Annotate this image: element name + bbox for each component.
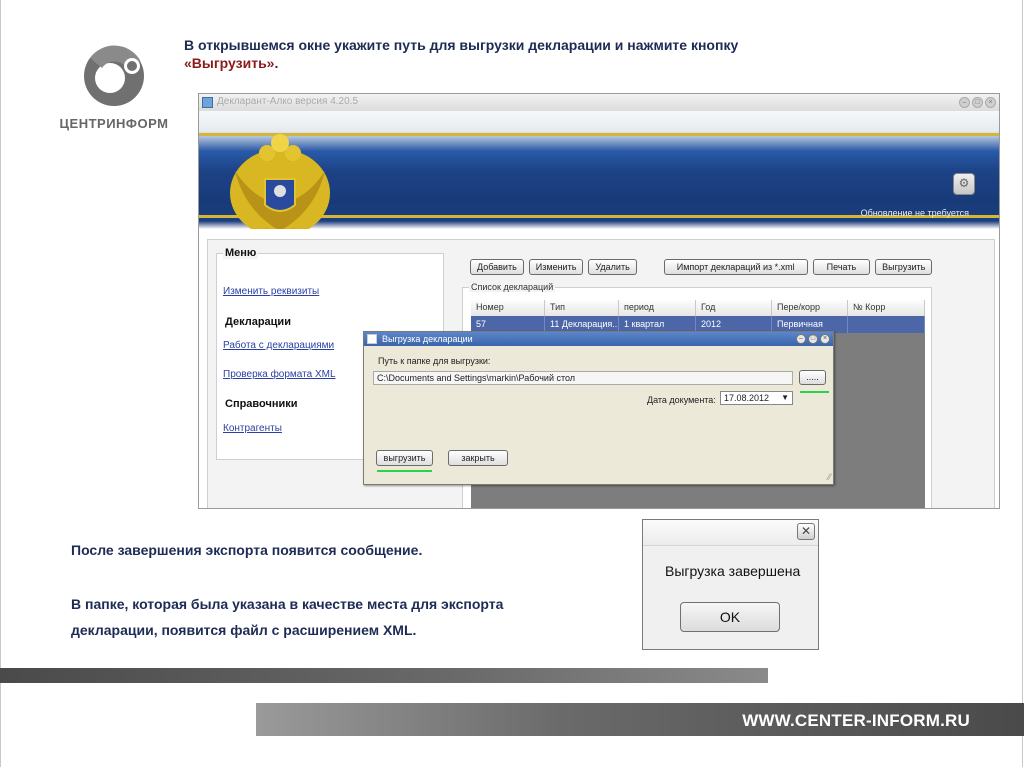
column-header[interactable]: Тип [545, 300, 619, 316]
instruction-line1: В открывшемся окне укажите путь для выгр… [184, 37, 739, 53]
path-label: Путь к папке для выгрузки: [378, 356, 491, 366]
path-field[interactable]: C:\Documents and Settings\markin\Рабочий… [373, 371, 793, 385]
minimize-icon[interactable]: – [796, 334, 806, 344]
menu-link-change-details[interactable]: Изменить реквизиты [223, 286, 319, 297]
browse-button[interactable]: ..... [799, 370, 826, 385]
footer-bar-bottom: WWW.CENTER-INFORM.RU [256, 703, 1024, 736]
app-titlebar: Декларант-Алко версия 4.20.5 – □ × [199, 94, 999, 112]
file-text-line1: В папке, которая была указана в качестве… [71, 596, 504, 612]
footer-url[interactable]: WWW.CENTER-INFORM.RU [742, 711, 970, 731]
import-xml-button[interactable]: Импорт деклараций из *.xml [663, 259, 808, 275]
list-toolbar: Добавить Изменить Удалить Импорт деклара… [470, 259, 933, 275]
dialog-window-controls: – □ × [796, 334, 830, 344]
column-header[interactable]: Пере/корр [772, 300, 848, 316]
instruction-text: В открывшемся окне укажите путь для выгр… [184, 36, 944, 72]
file-text-line2: декларации, появится файл с расширением … [71, 622, 417, 638]
chevron-down-icon[interactable]: ▼ [781, 392, 789, 404]
edit-button[interactable]: Изменить [528, 259, 584, 275]
dialog-window-icon [367, 334, 377, 344]
column-header[interactable]: период [619, 300, 696, 316]
after-export-text: После завершения экспорта появится сообщ… [71, 542, 423, 558]
add-button[interactable]: Добавить [470, 259, 524, 275]
settings-gear-icon[interactable]: ⚙ [953, 173, 975, 195]
update-status: Обновление не требуется [860, 208, 969, 218]
menu-heading-references: Справочники [225, 398, 298, 410]
export-toolbar-button[interactable]: Выгрузить [875, 259, 933, 275]
close-dialog-button[interactable]: закрыть [448, 450, 508, 466]
menu-link-check-xml[interactable]: Проверка формата XML [223, 369, 336, 380]
footer-bar-top [0, 668, 768, 683]
menu-heading-declarations: Декларации [225, 316, 291, 328]
logo-text: ЦЕНТРИНФОРМ [59, 116, 169, 131]
declarations-legend: Список деклараций [469, 282, 556, 292]
delete-button[interactable]: Удалить [588, 259, 637, 275]
menu-legend: Меню [223, 247, 259, 259]
close-icon[interactable]: ✕ [797, 523, 815, 540]
export-button-highlight [377, 470, 432, 472]
grid-header: Номер Тип период Год Пере/корр № Корр [471, 300, 925, 317]
instruction-tail: . [274, 55, 279, 71]
export-dialog: Выгрузка декларации – □ × Путь к папке д… [363, 331, 834, 485]
table-cell [848, 316, 925, 333]
browse-highlight [800, 391, 829, 393]
date-picker[interactable]: 17.08.2012 ▼ [720, 391, 793, 405]
message-text: Выгрузка завершена [665, 563, 801, 579]
app-window-icon [202, 97, 213, 108]
date-value: 17.08.2012 [724, 393, 770, 403]
close-icon[interactable]: × [985, 97, 996, 108]
print-button[interactable]: Печать [812, 259, 871, 275]
centrinform-logo-icon [84, 45, 144, 106]
menu-link-contractors[interactable]: Контрагенты [223, 423, 282, 434]
column-header[interactable]: Год [696, 300, 772, 316]
completion-message-box: ✕ Выгрузка завершена OK [642, 519, 819, 650]
date-label: Дата документа: [647, 395, 716, 405]
app-banner: ⚙ Обновление не требуется [199, 111, 999, 239]
logo: ЦЕНТРИНФОРМ [50, 38, 180, 138]
resize-grip-icon[interactable]: ⁄⁄ [828, 472, 831, 482]
export-button[interactable]: выгрузить [376, 450, 433, 466]
minimize-icon[interactable]: – [959, 97, 970, 108]
ok-button[interactable]: OK [680, 602, 780, 632]
instruction-highlight: «Выгрузить» [184, 55, 275, 71]
close-icon[interactable]: × [820, 334, 830, 344]
maximize-icon[interactable]: □ [972, 97, 983, 108]
window-controls: – □ × [959, 97, 996, 108]
message-titlebar: ✕ [643, 520, 818, 546]
menu-link-declarations[interactable]: Работа с декларациями [223, 340, 334, 351]
column-header[interactable]: Номер [471, 300, 545, 316]
export-dialog-titlebar: Выгрузка декларации – □ × [364, 332, 833, 346]
maximize-icon[interactable]: □ [808, 334, 818, 344]
export-dialog-title: Выгрузка декларации [382, 334, 473, 344]
app-title: Декларант-Алко версия 4.20.5 [217, 96, 359, 107]
column-header[interactable]: № Корр [848, 300, 925, 316]
